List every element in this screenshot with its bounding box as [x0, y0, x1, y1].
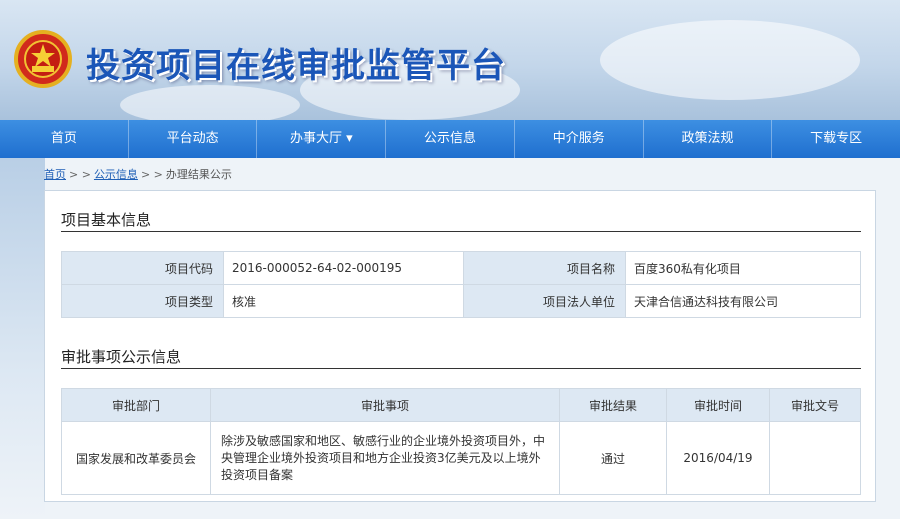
nav-public-info[interactable]: 公示信息	[386, 120, 515, 158]
column-header-item: 审批事项	[210, 388, 560, 422]
section-divider	[61, 368, 861, 369]
breadcrumb-current: 办理结果公示	[165, 168, 232, 181]
legal-entity-label: 项目法人单位	[463, 284, 626, 318]
site-title: 投资项目在线审批监管平台	[86, 46, 506, 86]
basic-info-table: 项目代码 2016-000052-64-02-000195 项目名称 百度360…	[61, 251, 861, 318]
section-divider	[61, 231, 861, 232]
approval-result-cell: 通过	[559, 421, 667, 495]
approval-doc-no-cell	[769, 421, 861, 495]
approval-dept-cell: 国家发展和改革委员会	[61, 421, 211, 495]
nav-service-hall[interactable]: 办事大厅 ▾	[257, 120, 387, 158]
breadcrumb-separator: > >	[69, 168, 91, 181]
project-type-label: 项目类型	[61, 284, 224, 318]
approval-time-cell: 2016/04/19	[666, 421, 770, 495]
table-row: 项目类型 核准 项目法人单位 天津合信通达科技有限公司	[61, 284, 861, 318]
header-banner: 投资项目在线审批监管平台	[0, 0, 900, 120]
nav-platform-news[interactable]: 平台动态	[129, 120, 258, 158]
legal-entity-value: 天津合信通达科技有限公司	[625, 284, 861, 318]
project-name-value: 百度360私有化项目	[625, 251, 861, 285]
breadcrumb-home-link[interactable]: 首页	[44, 168, 66, 181]
project-code-value: 2016-000052-64-02-000195	[223, 251, 464, 285]
project-name-label: 项目名称	[463, 251, 626, 285]
content-panel: 项目基本信息 项目代码 2016-000052-64-02-000195 项目名…	[44, 190, 876, 502]
nav-agency-service[interactable]: 中介服务	[515, 120, 644, 158]
section-title-basic-info: 项目基本信息	[61, 211, 152, 229]
project-type-value: 核准	[223, 284, 464, 318]
section-title-approval: 审批事项公示信息	[61, 348, 182, 366]
project-code-label: 项目代码	[61, 251, 224, 285]
nav-home[interactable]: 首页	[0, 120, 129, 158]
breadcrumb-separator: > >	[140, 168, 163, 181]
column-header-dept: 审批部门	[61, 388, 211, 422]
approval-table: 审批部门 审批事项 审批结果 审批时间 审批文号 国家发展和改革委员会 除涉及敏…	[61, 388, 861, 495]
column-header-doc-no: 审批文号	[769, 388, 861, 422]
column-header-result: 审批结果	[559, 388, 667, 422]
table-header-row: 审批部门 审批事项 审批结果 审批时间 审批文号	[61, 388, 861, 422]
nav-downloads[interactable]: 下载专区	[772, 120, 900, 158]
column-header-time: 审批时间	[666, 388, 770, 422]
breadcrumb-public-info-link[interactable]: 公示信息	[94, 168, 138, 181]
cloud-decoration	[120, 85, 300, 120]
table-row: 国家发展和改革委员会 除涉及敏感国家和地区、敏感行业的企业境外投资项目外，中央管…	[61, 421, 861, 495]
approval-item-cell: 除涉及敏感国家和地区、敏感行业的企业境外投资项目外，中央管理企业境外投资项目和地…	[210, 421, 560, 495]
breadcrumb: 首页 > > 公示信息 > > 办理结果公示	[44, 166, 232, 182]
main-nav: 首页 平台动态 办事大厅 ▾ 公示信息 中介服务 政策法规 下载专区	[0, 120, 900, 158]
nav-policy[interactable]: 政策法规	[644, 120, 773, 158]
side-decoration	[0, 158, 45, 519]
cloud-decoration	[600, 20, 860, 100]
table-row: 项目代码 2016-000052-64-02-000195 项目名称 百度360…	[61, 251, 861, 285]
national-emblem-icon	[14, 30, 72, 88]
